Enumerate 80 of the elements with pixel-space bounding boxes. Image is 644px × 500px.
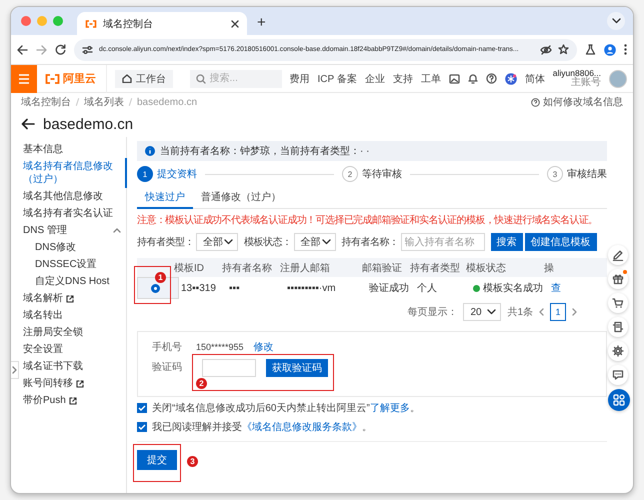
page-size-label: 每页显示： (407, 306, 458, 319)
column-header: 模板ID (173, 262, 205, 274)
step-label: 审核结果 (567, 168, 607, 181)
select-field[interactable]: 全部 (294, 233, 336, 251)
sidebar-item[interactable]: DNS修改 (21, 239, 127, 256)
primary-button[interactable]: 搜索 (490, 233, 522, 251)
status-text: 模板实名成功 (483, 282, 543, 295)
text-field[interactable]: 输入持有者名称 (400, 233, 484, 251)
sidebar-item[interactable]: 带价Push (21, 392, 127, 409)
total-count: 共1条 (507, 306, 533, 319)
view-link[interactable]: 查 (551, 281, 561, 295)
sidebar-item[interactable]: DNSSEC设置 (21, 256, 127, 273)
sidebar-item[interactable]: 基本信息 (21, 141, 127, 158)
field-label: 验证码 (152, 361, 183, 375)
browser-tab[interactable]: 域名控制台 (77, 12, 247, 35)
warning-text: 注意：模板认证成功不代表域名认证成功！可选择已完成邮箱验证和实名认证的模板，快速进行域名实名认证。 (137, 214, 599, 227)
step-number: 3 (547, 166, 563, 182)
page-size-select[interactable]: 20 (463, 303, 502, 321)
sidebar-item[interactable]: 域名持有者信息修改（过户） (21, 158, 127, 188)
page-title: basedemo.cn (43, 116, 134, 132)
sidebar-item[interactable]: 安全设置 (21, 341, 127, 358)
page-button[interactable]: 1 (550, 303, 566, 321)
info-text: 当前持有者名称：钟梦琼，当前持有者类型：· · (160, 144, 370, 158)
callout-number: 2 (196, 378, 207, 389)
submit-button[interactable]: 提交 (137, 450, 177, 470)
callout-number: 3 (187, 456, 198, 467)
phone-number: 150*****955 (196, 342, 244, 352)
sidebar-item[interactable]: 注册局安全锁 (21, 324, 127, 341)
table-cell-text: ▪▪▪▪▪▪▪▪▪·vm (286, 282, 337, 294)
field-label: 手机号 (152, 340, 183, 354)
filter-label: 持有者名称： (342, 236, 398, 249)
step-label: 提交资料 (157, 168, 197, 181)
workbench-button[interactable]: 工作台 (115, 70, 173, 88)
logo: 阿里云 (45, 64, 107, 92)
account-type: 主账号 (571, 78, 601, 88)
sidebar-item[interactable]: 域名证书下载 (21, 358, 127, 375)
link[interactable]: 了解更多 (370, 402, 410, 414)
table-cell-text: ▪▪▪ (228, 282, 241, 294)
nav-link[interactable]: 企业 (364, 72, 385, 86)
step-number: 2 (342, 166, 358, 182)
sidebar-item[interactable]: 账号间转移 (21, 375, 127, 392)
sidebar-item[interactable]: 域名解析 (21, 290, 127, 307)
select-field[interactable]: 全部 (196, 233, 238, 251)
step-label: 等待审核 (362, 168, 402, 181)
primary-button[interactable]: 创建信息模板 (524, 233, 596, 251)
sidebar-item[interactable]: 域名其他信息修改 (21, 188, 127, 205)
agreement-text: 我已阅读理解并接受《域名信息修改服务条款》。 (152, 420, 372, 434)
sidebar-item[interactable]: DNS 管理 (21, 222, 127, 239)
edit-link[interactable]: 修改 (254, 340, 274, 354)
step-number: 1 (137, 166, 153, 182)
search-field[interactable]: 搜索... (190, 70, 282, 88)
column-header: 持有者类型 (409, 262, 461, 274)
filter-label: 持有者类型： (137, 236, 194, 249)
help-link[interactable]: 如何修改域名信息 (531, 95, 623, 109)
sidebar-item[interactable]: 域名转出 (21, 307, 127, 324)
nav-link[interactable]: 工单 (420, 72, 441, 86)
table-cell-text: 验证成功 (368, 282, 410, 295)
nav-link[interactable]: 支持 (392, 72, 413, 86)
language-link[interactable]: 简体 (524, 72, 545, 86)
nav-link[interactable]: 费用 (290, 72, 310, 86)
nav-link[interactable]: ICP 备案 (318, 72, 357, 86)
column-header: 注册人邮箱 (279, 262, 331, 274)
table-cell-text: 个人 (416, 282, 438, 295)
breadcrumb-link[interactable]: 域名控制台 (21, 95, 71, 109)
column-header: 邮箱验证 (361, 262, 403, 274)
column-header: 持有者名称 (221, 262, 273, 274)
tab[interactable]: 普通修改（过户） (193, 187, 289, 209)
column-header: 操 (543, 262, 555, 274)
agreement-text: 关闭“域名信息修改成功后60天内禁止转出阿里云”了解更多。 (152, 402, 420, 414)
tab[interactable]: 快速过户 (137, 187, 193, 209)
sidebar-item[interactable]: 域名持有者实名认证 (21, 205, 127, 222)
filter-label: 模板状态： (244, 236, 292, 249)
table-cell-text: 13▪▪319 (180, 282, 217, 294)
breadcrumb-link[interactable]: 域名列表 (84, 95, 124, 109)
get-code-button[interactable]: 获取验证码 (266, 359, 328, 377)
sidebar-item[interactable]: 自定义DNS Host (21, 273, 127, 290)
link[interactable]: 《域名信息修改服务条款》 (242, 422, 362, 432)
new-tab-button[interactable]: + (257, 14, 266, 31)
column-header: 模板状态 (465, 262, 507, 274)
user-name[interactable]: aliyun8806... (552, 68, 601, 78)
